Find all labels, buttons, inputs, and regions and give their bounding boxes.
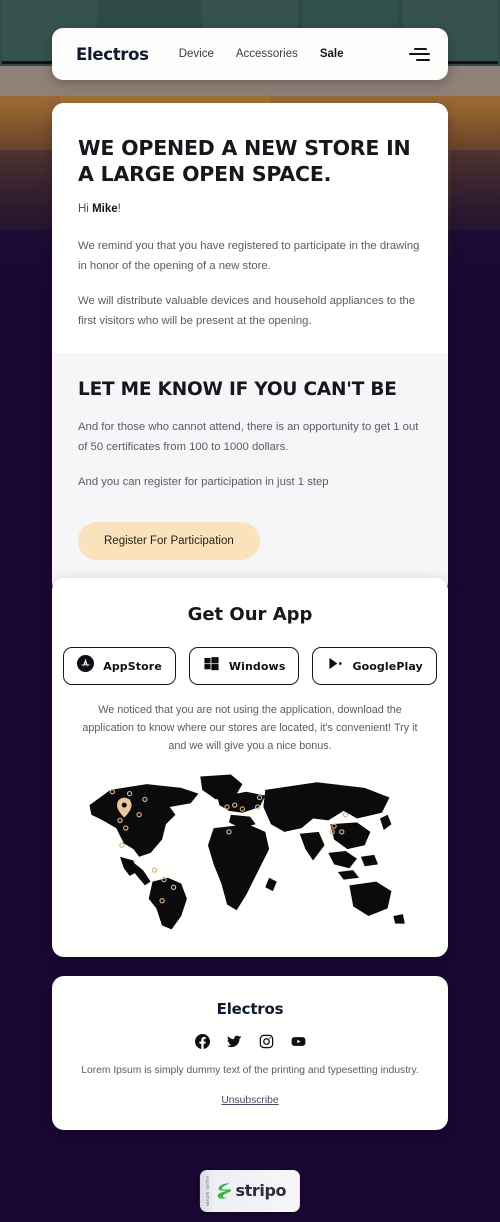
windows-icon bbox=[203, 655, 220, 677]
app-title: Get Our App bbox=[187, 604, 313, 625]
stripo-badge[interactable]: Made with stripo bbox=[199, 1170, 301, 1212]
offer-section: LET ME KNOW IF YOU CAN'T BE And for thos… bbox=[52, 353, 448, 595]
email-body: Electros Device Accessories Sale WE OPEN… bbox=[0, 0, 500, 1222]
hero-paragraph-1: We remind you that you have registered t… bbox=[78, 240, 420, 272]
twitter-icon[interactable] bbox=[226, 1034, 242, 1049]
nav-link-accessories[interactable]: Accessories bbox=[236, 48, 298, 60]
greeting-line: Hi Mike! bbox=[78, 203, 422, 215]
instagram-icon[interactable] bbox=[259, 1034, 274, 1049]
greeting-prefix: Hi bbox=[78, 203, 93, 216]
stripo-wordmark: stripo bbox=[235, 1181, 287, 1201]
app-note: We noticed that you are not using the ap… bbox=[82, 704, 418, 753]
nav-links: Device Accessories Sale bbox=[179, 48, 344, 60]
footer-logo[interactable]: Electros bbox=[72, 1000, 428, 1018]
app-promo-card: Get Our App AppStore Windows GooglePlay … bbox=[52, 578, 448, 958]
windows-label: Windows bbox=[228, 659, 286, 673]
world-map bbox=[72, 765, 428, 937]
app-store-buttons: AppStore Windows GooglePlay bbox=[63, 647, 437, 685]
offer-paragraph-1: And for those who cannot attend, there i… bbox=[78, 421, 419, 453]
nav-link-sale[interactable]: Sale bbox=[320, 48, 344, 60]
offer-headline: LET ME KNOW IF YOU CAN'T BE bbox=[78, 379, 397, 401]
hero-section: WE OPENED A NEW STORE IN A LARGE OPEN SP… bbox=[52, 103, 448, 354]
appstore-button[interactable]: AppStore bbox=[63, 647, 176, 685]
greeting-name: Mike bbox=[92, 203, 118, 216]
register-button[interactable]: Register For Participation bbox=[78, 522, 260, 561]
googleplay-button[interactable]: GooglePlay bbox=[312, 647, 437, 685]
greeting-suffix: ! bbox=[117, 203, 121, 216]
social-links bbox=[72, 1034, 428, 1049]
main-content-card: WE OPENED A NEW STORE IN A LARGE OPEN SP… bbox=[52, 103, 448, 595]
nav-link-device[interactable]: Device bbox=[179, 48, 214, 60]
offer-paragraph-2: And you can register for participation i… bbox=[78, 476, 329, 488]
facebook-icon[interactable] bbox=[194, 1034, 210, 1049]
hero-paragraph-2: We will distribute valuable devices and … bbox=[78, 295, 416, 327]
googleplay-label: GooglePlay bbox=[352, 659, 423, 673]
stripo-made-with-label: Made with bbox=[204, 1176, 210, 1206]
navigation-bar: Electros Device Accessories Sale bbox=[52, 28, 448, 80]
footer-card: Electros Lorem Ipsum is simply dummy tex… bbox=[52, 976, 448, 1130]
youtube-icon[interactable] bbox=[291, 1034, 306, 1049]
hamburger-icon[interactable] bbox=[408, 47, 430, 61]
footer-legal-text: Lorem Ipsum is simply dummy text of the … bbox=[81, 1065, 419, 1076]
appstore-label: AppStore bbox=[103, 659, 162, 673]
brand-logo[interactable]: Electros bbox=[76, 45, 149, 64]
unsubscribe-link[interactable]: Unsubscribe bbox=[221, 1095, 278, 1106]
windows-button[interactable]: Windows bbox=[188, 647, 300, 685]
apple-icon bbox=[77, 655, 95, 677]
stripo-bolt-icon bbox=[216, 1182, 232, 1200]
hero-headline: WE OPENED A NEW STORE IN A LARGE OPEN SP… bbox=[78, 136, 411, 187]
google-play-icon bbox=[326, 655, 343, 677]
